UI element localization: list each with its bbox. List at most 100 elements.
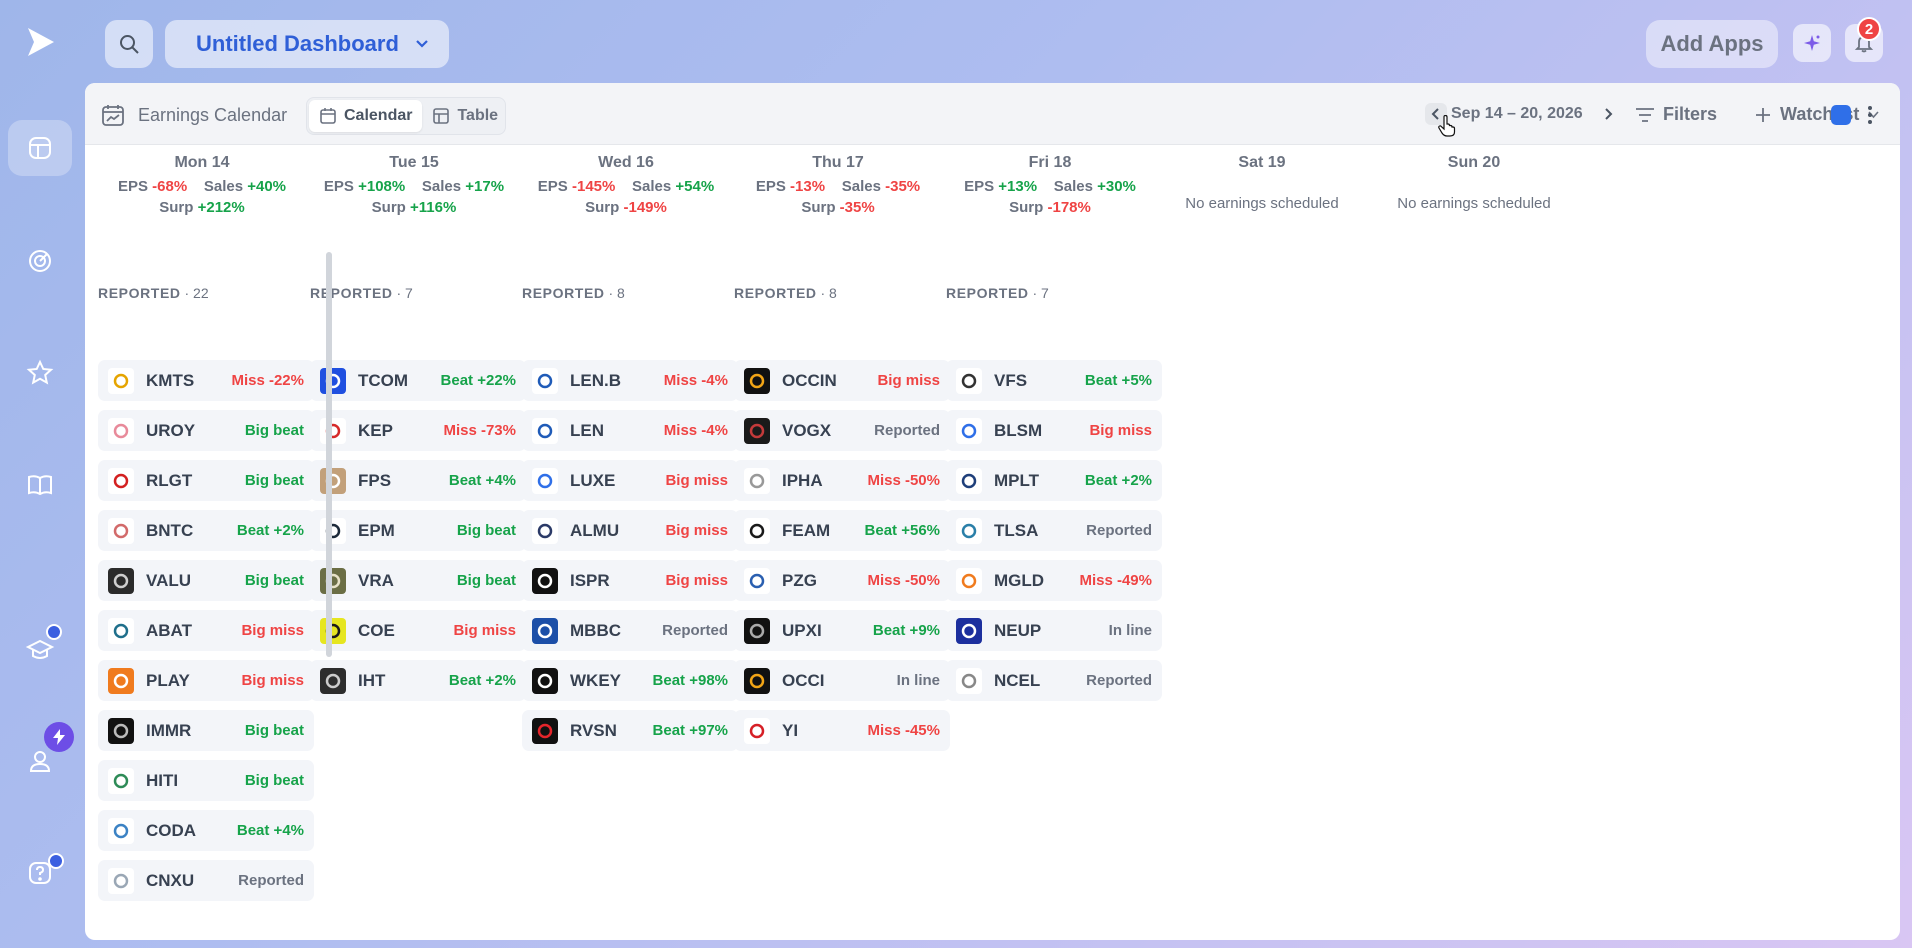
earnings-card[interactable]: HITI Big beat bbox=[98, 760, 314, 801]
earnings-result: Beat +9% bbox=[872, 622, 940, 639]
earnings-card[interactable]: VALU Big beat bbox=[98, 560, 314, 601]
earnings-card[interactable]: IPHA Miss -50% bbox=[734, 460, 950, 501]
company-logo-icon bbox=[108, 817, 134, 844]
earnings-card[interactable]: NEUP In line bbox=[946, 610, 1162, 651]
earnings-result: Beat +5% bbox=[1084, 372, 1152, 389]
nav-radar-icon[interactable] bbox=[8, 233, 72, 289]
day-name: Sat 19 bbox=[1238, 154, 1286, 171]
watchlist-dropdown[interactable]: Watchlist bbox=[1755, 104, 1879, 125]
earnings-card[interactable]: IHT Beat +2% bbox=[310, 660, 526, 701]
earnings-card[interactable]: VOGX Reported bbox=[734, 410, 950, 451]
earnings-card[interactable]: MPLT Beat +2% bbox=[946, 460, 1162, 501]
earnings-result: Big miss bbox=[665, 472, 728, 489]
earnings-result: Miss -45% bbox=[867, 722, 940, 739]
earnings-card[interactable]: COE Big miss bbox=[310, 610, 526, 651]
day-surprise-stats: Surp +116% bbox=[297, 197, 531, 218]
earnings-card[interactable]: CODA Beat +4% bbox=[98, 810, 314, 851]
earnings-card[interactable]: LEN Miss -4% bbox=[522, 410, 738, 451]
earnings-card[interactable]: PLAY Big miss bbox=[98, 660, 314, 701]
next-week-button[interactable] bbox=[1597, 103, 1619, 125]
day-column: Sat 19 No earnings scheduled bbox=[1145, 145, 1379, 212]
ticker-symbol: OCCIN bbox=[782, 370, 837, 390]
earnings-card[interactable]: MBBC Reported bbox=[522, 610, 738, 651]
earnings-card[interactable]: LEN.B Miss -4% bbox=[522, 360, 738, 401]
earnings-card[interactable]: LUXE Big miss bbox=[522, 460, 738, 501]
ai-sparkle-button[interactable] bbox=[1793, 24, 1831, 62]
earnings-result: Miss -22% bbox=[231, 372, 304, 389]
earnings-card[interactable]: WKEY Beat +98% bbox=[522, 660, 738, 701]
earnings-card[interactable]: BNTC Beat +2% bbox=[98, 510, 314, 551]
earnings-card[interactable]: YI Miss -45% bbox=[734, 710, 950, 751]
filters-button[interactable]: Filters bbox=[1635, 104, 1717, 125]
earnings-card[interactable]: UPXI Beat +9% bbox=[734, 610, 950, 651]
company-logo-icon bbox=[320, 367, 346, 394]
earnings-card[interactable]: VFS Beat +5% bbox=[946, 360, 1162, 401]
monday-scrollbar[interactable] bbox=[326, 252, 332, 657]
earnings-card[interactable]: EPM Big beat bbox=[310, 510, 526, 551]
earnings-card[interactable]: ISPR Big miss bbox=[522, 560, 738, 601]
earnings-card[interactable]: KMTS Miss -22% bbox=[98, 360, 314, 401]
earnings-card[interactable]: CNXU Reported bbox=[98, 860, 314, 901]
surp-label: Surp bbox=[371, 199, 406, 216]
day-column: Wed 16 EPS -145% Sales +54% Surp -149% bbox=[509, 145, 743, 218]
reported-group-label: REPORTED · 8 bbox=[734, 285, 837, 301]
earnings-card[interactable]: OCCIN Big miss bbox=[734, 360, 950, 401]
nav-help-icon[interactable] bbox=[8, 845, 72, 901]
earnings-card[interactable]: OCCI In line bbox=[734, 660, 950, 701]
dashboard-title-dropdown[interactable]: Untitled Dashboard bbox=[165, 20, 449, 68]
ticker-symbol: VRA bbox=[358, 570, 394, 590]
earnings-card[interactable]: UROY Big beat bbox=[98, 410, 314, 451]
table-view-label: Table bbox=[457, 107, 499, 124]
earnings-result: Miss -4% bbox=[663, 422, 728, 439]
widget-toolbar: Earnings Calendar Calendar Table Sep 14 … bbox=[85, 83, 1900, 145]
earnings-card[interactable]: MGLD Miss -49% bbox=[946, 560, 1162, 601]
earnings-card[interactable]: FEAM Beat +56% bbox=[734, 510, 950, 551]
ticker-symbol: LUXE bbox=[570, 470, 616, 490]
company-logo-icon bbox=[108, 417, 134, 444]
nav-watchlist-star-icon[interactable] bbox=[8, 345, 72, 401]
company-logo-icon bbox=[320, 617, 346, 644]
ticker-symbol: LEN.B bbox=[570, 370, 621, 390]
earnings-card[interactable]: IMMR Big beat bbox=[98, 710, 314, 751]
nav-education-cap-icon[interactable] bbox=[8, 622, 72, 678]
day-eps-sales-stats: EPS +13% Sales +30% bbox=[933, 176, 1167, 197]
earnings-card[interactable]: ALMU Big miss bbox=[522, 510, 738, 551]
eps-label: EPS bbox=[117, 178, 148, 195]
widget-color-swatch[interactable] bbox=[1831, 105, 1851, 125]
nav-dashboards-icon[interactable] bbox=[8, 120, 72, 176]
table-view-tab[interactable]: Table bbox=[422, 100, 508, 132]
earnings-card[interactable]: ABAT Big miss bbox=[98, 610, 314, 651]
earnings-card[interactable]: TCOM Beat +22% bbox=[310, 360, 526, 401]
search-button[interactable] bbox=[105, 20, 153, 68]
company-logo-icon bbox=[320, 417, 346, 444]
group-count: 22 bbox=[193, 285, 209, 301]
earnings-card[interactable]: PZG Miss -50% bbox=[734, 560, 950, 601]
earnings-card[interactable]: TLSA Reported bbox=[946, 510, 1162, 551]
earnings-card[interactable]: RLGT Big beat bbox=[98, 460, 314, 501]
earnings-card[interactable]: RVSN Beat +97% bbox=[522, 710, 738, 751]
group-count: 7 bbox=[405, 285, 413, 301]
surp-change: +116% bbox=[410, 199, 457, 216]
company-logo-icon bbox=[744, 367, 770, 394]
chart-calendar-icon bbox=[102, 105, 124, 126]
add-apps-button[interactable]: Add Apps bbox=[1646, 20, 1778, 68]
more-options-icon[interactable] bbox=[1867, 105, 1873, 130]
earnings-card[interactable]: KEP Miss -73% bbox=[310, 410, 526, 451]
day-name: Thu 17 bbox=[812, 154, 864, 171]
earnings-result: Big beat bbox=[244, 422, 304, 439]
group-count: 7 bbox=[1041, 285, 1049, 301]
calendar-view-tab[interactable]: Calendar bbox=[309, 100, 423, 132]
company-logo-icon bbox=[532, 517, 558, 544]
company-logo-icon bbox=[532, 667, 558, 694]
earnings-card[interactable]: FPS Beat +4% bbox=[310, 460, 526, 501]
ticker-symbol: IMMR bbox=[146, 720, 192, 740]
nav-learn-book-icon[interactable] bbox=[8, 457, 72, 513]
earnings-card[interactable]: VRA Big beat bbox=[310, 560, 526, 601]
earnings-card[interactable]: NCEL Reported bbox=[946, 660, 1162, 701]
earnings-card[interactable]: BLSM Big miss bbox=[946, 410, 1162, 451]
earnings-result: Miss -50% bbox=[867, 572, 940, 589]
earnings-result: Big beat bbox=[244, 572, 304, 589]
ticker-symbol: MGLD bbox=[994, 570, 1045, 590]
app-logo-icon[interactable] bbox=[22, 24, 58, 60]
earnings-result: Big miss bbox=[877, 372, 940, 389]
